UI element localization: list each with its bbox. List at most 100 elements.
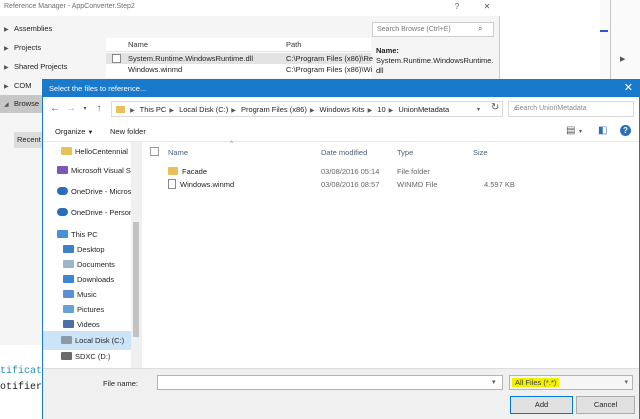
column-size[interactable]: Size [473,148,488,157]
add-button[interactable]: Add [510,396,573,414]
refresh-icon[interactable]: ↻ [491,102,499,113]
table-row[interactable]: System.Runtime.WindowsRuntime.dll C:\Pro… [106,53,374,64]
breadcrumb-item[interactable]: UnionMetadata [398,105,449,114]
file-size: 4.597 KB [484,180,515,189]
cancel-button[interactable]: Cancel [576,396,635,414]
desktop-icon [63,245,74,253]
dialog-title: Select the files to reference... [43,80,639,97]
file-name-input[interactable] [157,375,503,390]
expand-icon: ▶ [4,46,9,52]
search-input[interactable]: Search UnionMetadata [508,101,634,117]
up-icon[interactable]: ↑ [93,103,105,114]
tree-item[interactable]: HelloCentennial [43,142,141,161]
column-name[interactable]: Name [168,148,188,157]
dialog-toolbar: Organize ▼ New folder ▤ ▾ ◧ ? [43,121,639,142]
select-all-checkbox[interactable] [150,147,159,156]
chevron-down-icon[interactable]: ▾ [579,128,582,135]
new-folder-button[interactable]: New folder [110,127,146,136]
tree-item[interactable]: OneDrive - Micros [43,182,141,201]
detail-value: System.Runtime.WindowsRuntime.dll [376,56,494,75]
expand-icon: ▶ [4,84,9,90]
tree-scrollbar-thumb[interactable] [133,222,139,337]
help-icon[interactable]: ? [450,2,464,11]
reference-name: Windows.winmd [128,65,183,74]
file-name: Windows.winmd [168,178,234,191]
sd-card-icon [61,352,72,360]
search-icon: ⌕ [478,24,483,33]
reference-search-input[interactable]: Search Browse (Ctrl+E) [372,22,494,37]
help-icon[interactable]: ? [620,125,631,136]
forward-icon[interactable]: → [65,103,77,114]
chevron-down-icon: ▾ [624,379,628,386]
file-name: Facade [168,165,207,178]
column-date-modified[interactable]: Date modified [321,148,367,157]
column-type[interactable]: Type [397,148,413,157]
breadcrumb-item[interactable]: Windows Kits [320,105,365,114]
code-editor-fragment: tificati otifier( [0,364,49,396]
file-row[interactable]: Facade 03/08/2016 05:14 File folder [142,165,639,178]
file-date: 03/08/2016 05:14 [321,167,380,176]
file-type-filter[interactable]: All Files (*.*) ▾ [509,375,633,390]
disk-icon [61,336,72,344]
breadcrumb-item[interactable]: 10 [377,105,385,114]
tree-item[interactable]: SDXC (D:) [43,347,141,366]
file-row[interactable]: Windows.winmd 03/08/2016 08:57 WINMD Fil… [142,178,639,191]
cloud-icon [57,208,68,216]
file-type: WINMD File [397,180,438,189]
organize-button[interactable]: Organize ▼ [55,127,93,136]
folder-icon [61,147,72,155]
nav-assemblies[interactable]: ▶ Assemblies [4,20,104,38]
nav-recent[interactable]: Recent [14,132,42,148]
reference-path: C:\Program Files (x86)\Wi [286,65,373,74]
file-list: Name ^ Date modified Type Size Facade 03… [142,141,639,368]
breadcrumb-item[interactable]: Local Disk (C:) [179,105,228,114]
reference-grid: Name Path System.Runtime.WindowsRuntime.… [106,38,374,78]
divider [610,0,611,80]
row-checkbox[interactable] [112,54,121,63]
editor-strip: ▶ [600,0,640,80]
code-line: otifier( [0,382,49,393]
marker [600,30,608,32]
column-name[interactable]: Name [128,40,148,49]
file-dialog: Select the files to reference... ✕ ← → ▾… [42,79,640,419]
breadcrumb-item[interactable]: This PC [140,105,167,114]
chevron-down-icon: ▼ [87,130,94,136]
close-icon[interactable]: ✕ [480,2,494,11]
chevron-icon: ▶ [620,56,626,63]
tree-item[interactable]: Microsoft Visual S [43,161,141,180]
nav-shared-projects[interactable]: ▶ Shared Projects [4,58,104,76]
nav-projects[interactable]: ▶ Projects [4,39,104,57]
chevron-down-icon[interactable]: ▾ [492,378,496,386]
expand-icon: ▶ [4,65,9,71]
tree-item[interactable]: OneDrive - Person [43,203,141,222]
file-icon [168,179,176,189]
separator-icon: ▶ [130,108,135,114]
folder-icon [116,106,125,113]
pictures-icon [63,305,74,313]
preview-pane-icon[interactable]: ◧ [598,125,607,136]
file-type-filter-value: All Files (*.*) [512,378,560,387]
vs-icon [57,166,68,174]
address-bar[interactable]: ▶ This PC ▶ Local Disk (C:) ▶ Program File… [111,101,503,117]
reference-manager-title: Reference Manager - AppConverter.Step2 [0,0,500,16]
reference-grid-header: Name Path [106,38,371,52]
detail-label: Name: [376,46,399,55]
downloads-icon [63,275,74,283]
music-icon [63,290,74,298]
file-type: File folder [397,167,430,176]
documents-icon [63,260,74,268]
address-row: ← → ▾ ↑ ▶ This PC ▶ Local Disk (C:) ▶ Prog… [43,97,639,121]
file-name-label: File name: [103,379,139,388]
expand-icon: ▶ [4,27,9,33]
code-line: tificati [0,366,49,377]
view-options-icon[interactable]: ▤ [566,125,575,136]
recent-locations-icon[interactable]: ▾ [79,105,91,112]
breadcrumb-item[interactable]: Program Files (x86) [241,105,307,114]
close-icon[interactable]: ✕ [624,81,633,94]
navigation-tree: HelloCentennial Microsoft Visual S OneDr… [43,142,141,368]
table-row[interactable]: Windows.winmd C:\Program Files (x86)\Wi [106,64,373,75]
reference-path: C:\Program Files (x86)\Re [286,54,374,63]
back-icon[interactable]: ← [49,103,61,114]
address-dropdown-icon[interactable]: ▾ [477,106,480,113]
column-path[interactable]: Path [286,40,301,49]
